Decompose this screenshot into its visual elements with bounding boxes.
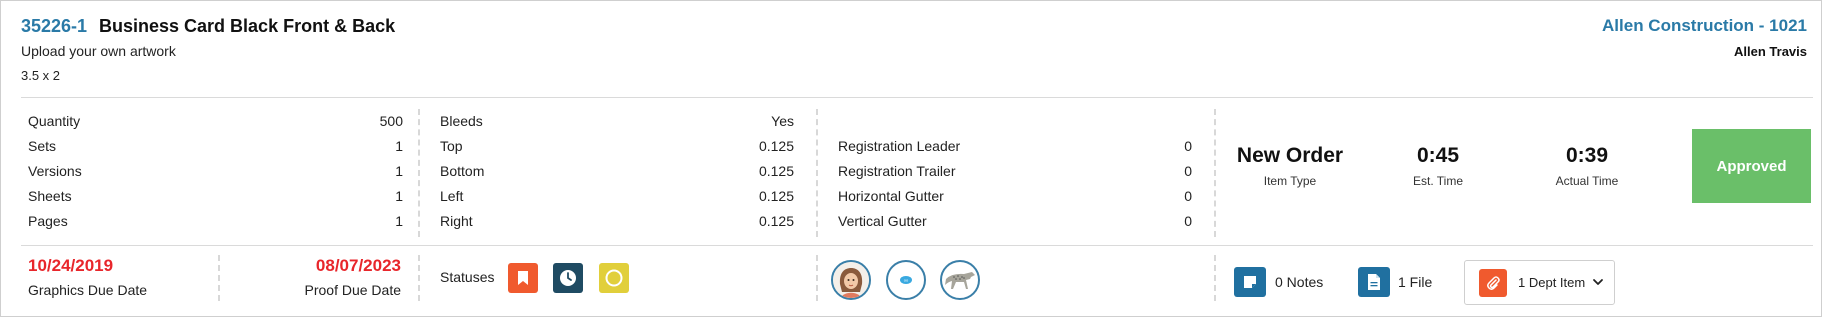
- bookmark-status-button[interactable]: [508, 263, 538, 293]
- spec-label: Bleeds: [440, 113, 483, 129]
- spec-row-registration-trailer: Registration Trailer 0: [838, 163, 1192, 181]
- graphics-due-date: 10/24/2019: [28, 256, 114, 275]
- spec-label: Sheets: [28, 188, 72, 204]
- column-divider: [816, 109, 818, 237]
- spec-label: Vertical Gutter: [838, 213, 927, 229]
- spec-label: Quantity: [28, 113, 81, 129]
- spec-row-right: Right 0.125: [440, 213, 794, 231]
- cheetah-avatar-icon: [945, 272, 975, 289]
- files-count[interactable]: 1 File: [1398, 274, 1432, 290]
- dept-item-badge: [1479, 269, 1507, 297]
- spec-value: 0.125: [758, 213, 794, 229]
- column-divider: [1214, 109, 1216, 237]
- proof-due-date: 08/07/2023: [315, 256, 401, 275]
- spec-label: Pages: [28, 213, 68, 229]
- spec-row-top: Top 0.125: [440, 138, 794, 156]
- logo-avatar-icon: oo: [900, 276, 912, 284]
- item-description: Upload your own artwork: [21, 43, 176, 59]
- column-divider: [816, 255, 818, 301]
- section-divider: [21, 245, 1813, 246]
- column-divider: [418, 109, 420, 237]
- bookmark-icon: [518, 271, 528, 285]
- item-size: 3.5 x 2: [21, 68, 61, 83]
- svg-text:oo: oo: [904, 278, 909, 283]
- note-icon: [1244, 276, 1256, 288]
- item-number-link[interactable]: 35226-1: [21, 16, 87, 37]
- est-time-value: 0:45: [1416, 144, 1460, 167]
- circle-progress-icon: [605, 269, 623, 287]
- spec-label: Right: [440, 213, 473, 229]
- file-icon: [1368, 274, 1380, 290]
- statuses-label: Statuses: [440, 269, 495, 285]
- spec-value: 0: [1184, 138, 1192, 154]
- spec-row-sets: Sets 1: [28, 138, 403, 156]
- spec-row-versions: Versions 1: [28, 163, 403, 181]
- proof-due-label: Proof Due Date: [304, 282, 402, 298]
- spec-label: Sets: [28, 138, 57, 154]
- spec-value: 0.125: [758, 163, 794, 179]
- spec-row-bottom: Bottom 0.125: [440, 163, 794, 181]
- header-divider: [21, 97, 1813, 98]
- spec-value: 1: [395, 138, 403, 154]
- spec-value: 0: [1184, 163, 1192, 179]
- notes-count[interactable]: 0 Notes: [1275, 274, 1323, 290]
- notes-button[interactable]: [1234, 267, 1266, 297]
- est-time-label: Est. Time: [1412, 174, 1464, 188]
- graphics-due-label: Graphics Due Date: [28, 282, 148, 298]
- spec-row-registration-leader: Registration Leader 0: [838, 138, 1192, 156]
- item-type-value: New Order: [1236, 144, 1344, 167]
- spec-value: 500: [379, 113, 403, 129]
- actual-time-value: 0:39: [1565, 144, 1609, 167]
- spec-label: Left: [440, 188, 464, 204]
- spec-row-vertical-gutter: Vertical Gutter 0: [838, 213, 1192, 231]
- job-item-card: 35226-1 Business Card Black Front & Back…: [0, 0, 1822, 317]
- spec-value: 0: [1184, 188, 1192, 204]
- spec-row-bleeds: Bleeds Yes: [440, 113, 794, 131]
- spec-row-horizontal-gutter: Horizontal Gutter 0: [838, 188, 1192, 206]
- spec-row-left: Left 0.125: [440, 188, 794, 206]
- spec-value: 0: [1184, 213, 1192, 229]
- assignee-avatar-3[interactable]: [940, 260, 980, 300]
- spec-value: 1: [395, 188, 403, 204]
- spec-label: Registration Trailer: [838, 163, 956, 179]
- spec-label: Registration Leader: [838, 138, 961, 154]
- spec-row-quantity: Quantity 500: [28, 113, 403, 131]
- progress-status-button[interactable]: [599, 263, 629, 293]
- spec-value: 0.125: [758, 138, 794, 154]
- spec-label: Bottom: [440, 163, 485, 179]
- column-divider: [218, 255, 220, 301]
- clock-status-button[interactable]: [553, 263, 583, 293]
- assignee-avatar-2[interactable]: oo: [886, 260, 926, 300]
- dept-item-label: 1 Dept Item: [1518, 275, 1586, 290]
- contact-name: Allen Travis: [1734, 44, 1807, 59]
- approved-status-button[interactable]: Approved: [1692, 129, 1811, 203]
- spec-label: Top: [440, 138, 463, 154]
- item-title: Business Card Black Front & Back: [99, 16, 396, 36]
- assignee-avatar-1[interactable]: [831, 260, 871, 300]
- clock-icon: [560, 270, 576, 286]
- spec-value: 1: [395, 213, 403, 229]
- spec-row-sheets: Sheets 1: [28, 188, 403, 206]
- item-type-label: Item Type: [1263, 174, 1317, 188]
- woman-avatar-icon: [833, 262, 869, 298]
- spec-value: Yes: [771, 113, 794, 129]
- actual-time-label: Actual Time: [1555, 174, 1619, 188]
- files-button[interactable]: [1358, 267, 1390, 297]
- spec-label: Horizontal Gutter: [838, 188, 944, 204]
- spec-row-pages: Pages 1: [28, 213, 403, 231]
- customer-link[interactable]: Allen Construction - 1021: [1602, 16, 1807, 36]
- chevron-down-icon: [1593, 279, 1603, 285]
- spec-value: 1: [395, 163, 403, 179]
- column-divider: [418, 255, 420, 301]
- dept-item-dropdown[interactable]: 1 Dept Item: [1464, 260, 1615, 305]
- column-divider: [1214, 255, 1216, 301]
- spec-label: Versions: [28, 163, 82, 179]
- paperclip-icon: [1487, 276, 1500, 290]
- spec-value: 0.125: [758, 188, 794, 204]
